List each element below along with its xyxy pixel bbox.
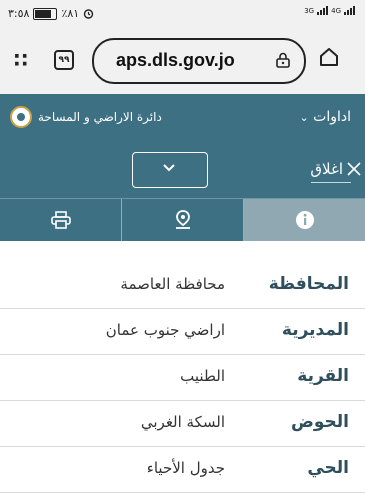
- chevron-down-icon: [163, 164, 175, 172]
- row-value: اراضي جنوب عمان: [105, 321, 225, 339]
- battery-icon: [33, 7, 58, 20]
- lock-icon[interactable]: [276, 52, 290, 68]
- row-label: الحوض: [291, 412, 349, 432]
- site-header: ⌄ اداوات دائرة الاراضي و المساحة: [0, 94, 365, 144]
- logo-icon: [10, 106, 32, 128]
- panel-tabs: [0, 198, 365, 241]
- address-bar[interactable]: aps.dls.gov.jo: [92, 38, 306, 84]
- tab-location[interactable]: [121, 199, 243, 241]
- clock: ٣:٥٨: [8, 7, 30, 20]
- row-label: القرية: [297, 366, 349, 386]
- tab-info[interactable]: [243, 199, 365, 241]
- info-panel: اغلاق المحافظة محافظة العاصمة المديرية ا…: [0, 144, 365, 493]
- tools-label: اداوات: [313, 109, 351, 125]
- tab-print[interactable]: [0, 199, 121, 241]
- row-value: محافظة العاصمة: [120, 275, 225, 293]
- location-pin-icon: [175, 210, 190, 229]
- chevron-down-icon: ⌄: [299, 111, 309, 124]
- status-right: 3G 4G: [304, 6, 355, 15]
- row-value: الطنيب: [180, 367, 225, 385]
- alarm-icon: [83, 9, 94, 19]
- status-bar: ٣:٥٨ ٪٨١ 3G 4G: [0, 0, 365, 28]
- info-row-directorate: المديرية اراضي جنوب عمان: [0, 308, 365, 355]
- menu-dots-icon[interactable]: ∶∶: [14, 48, 30, 72]
- department-name: دائرة الاراضي و المساحة: [38, 110, 162, 124]
- signal-icon-2: [344, 6, 355, 15]
- status-left: ٣:٥٨ ٪٨١: [8, 7, 94, 20]
- info-row-basin: الحوض السكة الغربي: [0, 400, 365, 447]
- info-icon: [295, 211, 314, 229]
- row-label: المديرية: [281, 320, 349, 340]
- battery-level: ٪٨١: [61, 7, 80, 20]
- info-row-village: القرية الطنيب: [0, 354, 365, 401]
- url-text: aps.dls.gov.jo: [116, 50, 235, 70]
- close-icon: [347, 162, 361, 176]
- collapse-button[interactable]: [132, 152, 208, 188]
- row-value: السكة الغربي: [140, 413, 225, 431]
- close-underline: [311, 182, 351, 183]
- close-button[interactable]: اغلاق: [310, 160, 361, 178]
- row-value: جدول الأحياء: [146, 459, 225, 477]
- row-label: الحي: [307, 458, 349, 478]
- network-type-1: 3G: [304, 7, 315, 15]
- row-label: المحافظة: [268, 274, 349, 294]
- network-type-2: 4G: [331, 7, 341, 15]
- signal-icon: [317, 6, 329, 15]
- info-row-neighborhood: الحي جدول الأحياء: [0, 446, 365, 493]
- home-icon[interactable]: [318, 46, 340, 68]
- tools-menu[interactable]: ⌄ اداوات: [299, 109, 351, 125]
- browser-toolbar: ∶∶ ٩٩ aps.dls.gov.jo: [0, 28, 365, 94]
- close-label: اغلاق: [310, 160, 343, 178]
- info-row-governorate: المحافظة محافظة العاصمة: [0, 262, 365, 309]
- panel-header: اغلاق: [0, 144, 365, 198]
- tab-count-button[interactable]: ٩٩: [54, 50, 74, 70]
- printer-icon: [50, 211, 71, 229]
